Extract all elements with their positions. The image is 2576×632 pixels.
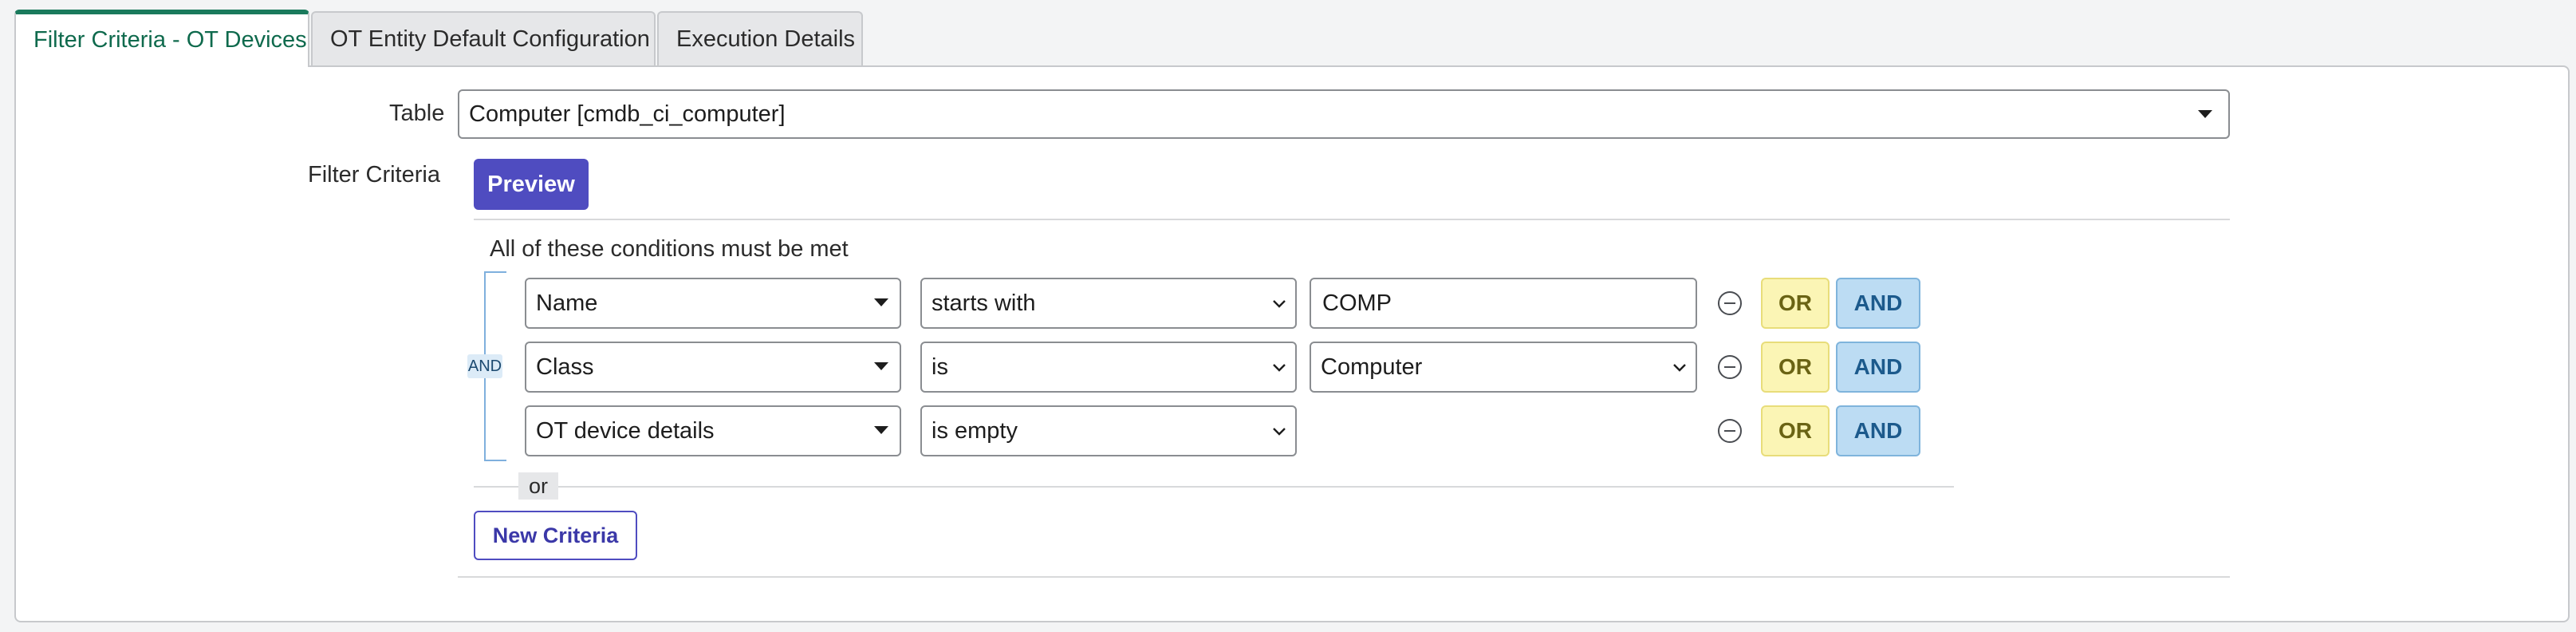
remove-condition-icon[interactable] [1718,419,1742,443]
tab-label: Execution Details [676,26,856,52]
chevron-down-icon [1673,364,1686,372]
or-button[interactable]: OR [1761,405,1830,456]
or-button[interactable]: OR [1761,342,1830,393]
tab-execution-details[interactable]: Execution Details [657,11,863,65]
chevron-down-icon [1273,428,1286,436]
and-button[interactable]: AND [1836,405,1920,456]
tab-label: Filter Criteria - OT Devices [33,27,307,53]
tab-label: OT Entity Default Configuration [330,26,650,52]
condition-field-select[interactable]: OT device details [525,405,901,456]
condition-operator-select[interactable]: is empty [920,405,1297,456]
condition-field-value: Class [536,354,594,380]
filter-criteria-label: Filter Criteria [308,162,440,188]
chevron-down-icon [1273,364,1286,372]
and-group-badge: AND [467,354,502,378]
or-separator-badge: or [518,472,558,500]
condition-value-input[interactable]: COMP [1310,278,1697,329]
new-criteria-button[interactable]: New Criteria [474,511,637,560]
caret-down-icon [2198,110,2212,118]
condition-operator-select[interactable]: starts with [920,278,1297,329]
tab-filter-criteria-ot-devices[interactable]: Filter Criteria - OT Devices [14,10,309,67]
preview-button[interactable]: Preview [474,159,589,210]
condition-field-value: OT device details [536,418,715,444]
and-button[interactable]: AND [1836,342,1920,393]
caret-down-icon [874,362,888,370]
and-button[interactable]: AND [1836,278,1920,329]
divider [458,576,2230,578]
or-separator-line [474,486,1954,488]
divider [474,219,2230,220]
condition-value-text: COMP [1322,290,1392,316]
condition-field-select[interactable]: Name [525,278,901,329]
remove-condition-icon[interactable] [1718,291,1742,315]
condition-operator-value: is empty [932,418,1018,444]
tab-ot-entity-default-configuration[interactable]: OT Entity Default Configuration [311,11,656,65]
condition-operator-select[interactable]: is [920,342,1297,393]
condition-field-select[interactable]: Class [525,342,901,393]
table-select-value: Computer [cmdb_ci_computer] [469,101,786,127]
condition-value-text: Computer [1321,354,1423,380]
or-button[interactable]: OR [1761,278,1830,329]
condition-field-value: Name [536,290,598,316]
remove-condition-icon[interactable] [1718,355,1742,379]
conditions-heading: All of these conditions must be met [490,236,849,262]
table-label: Table [389,101,445,126]
condition-operator-value: is [932,354,948,380]
caret-down-icon [874,426,888,434]
condition-value-select[interactable]: Computer [1310,342,1697,393]
caret-down-icon [874,298,888,306]
condition-operator-value: starts with [932,290,1036,316]
table-select[interactable]: Computer [cmdb_ci_computer] [458,89,2230,139]
chevron-down-icon [1273,300,1286,308]
